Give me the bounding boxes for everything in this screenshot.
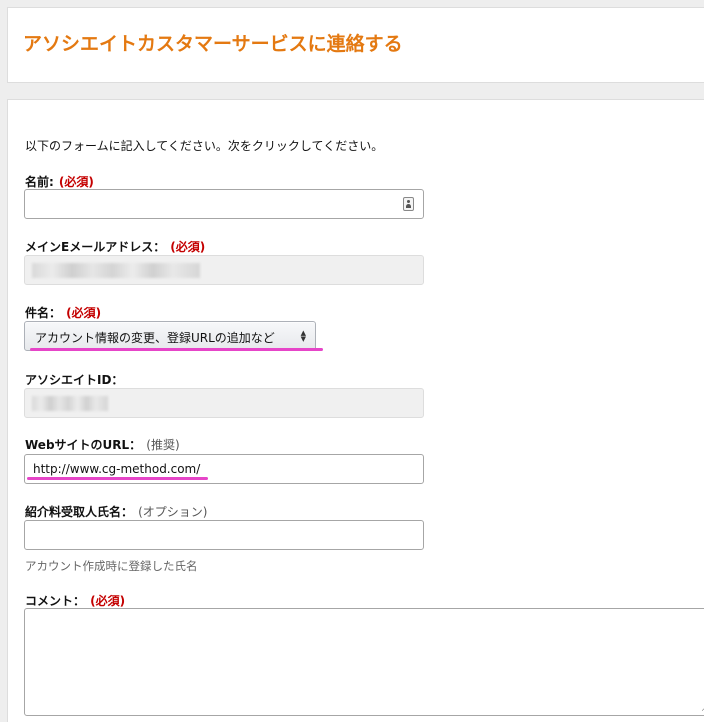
comment-label-row: コメント： (必須) [25,590,125,609]
header-card: アソシエイトカスタマーサービスに連絡する [7,7,704,83]
email-label: メインEメールアドレス： [25,240,166,254]
website-label-row: WebサイトのURL： (推奨) [25,434,180,453]
name-field[interactable] [24,189,424,219]
recipient-optional: (オプション) [138,505,208,519]
form-intro: 以下のフォームに記入してください。次をクリックしてください。 [25,139,384,153]
subject-label: 件名： [25,306,62,320]
associate-id-redacted-value [32,396,108,411]
annotation-underline-subject [30,348,323,351]
recipient-label: 紹介料受取人氏名： [25,505,134,519]
email-label-row: メインEメールアドレス： (必須) [25,236,205,255]
website-recommended: (推奨) [146,438,180,452]
name-required: (必須) [58,175,94,189]
email-field[interactable] [24,255,424,285]
subject-label-row: 件名： (必須) [25,302,101,321]
recipient-name-field[interactable] [24,520,424,550]
annotation-underline-url [27,477,208,480]
subject-selected-value: アカウント情報の変更、登録URLの追加など [35,331,275,345]
comment-label: コメント： [25,594,86,608]
email-redacted-value [32,263,200,278]
website-label: WebサイトのURL： [25,438,142,452]
website-url-value: http://www.cg-method.com/ [33,462,201,476]
comment-required: (必須) [90,594,126,608]
recipient-label-row: 紹介料受取人氏名： (オプション) [25,501,207,520]
name-label-row: 名前: (必須) [25,171,94,190]
associate-id-label-row: アソシエイトID： [25,369,123,388]
associate-id-field[interactable] [24,388,424,418]
subject-required: (必須) [66,306,102,320]
recipient-hint: アカウント作成時に登録した氏名 [25,559,198,573]
comment-textarea[interactable] [24,608,704,716]
contact-card-icon[interactable] [403,197,414,211]
contact-form: 以下のフォームに記入してください。次をクリックしてください。 名前: (必須) … [7,99,704,722]
associate-id-label: アソシエイトID： [25,373,124,387]
name-label: 名前: [25,175,54,189]
subject-select[interactable]: アカウント情報の変更、登録URLの追加など ▲ ▼ [24,321,316,351]
page-title: アソシエイトカスタマーサービスに連絡する [23,33,403,55]
up-down-arrows-icon: ▲ ▼ [300,329,306,343]
email-required: (必須) [170,240,206,254]
